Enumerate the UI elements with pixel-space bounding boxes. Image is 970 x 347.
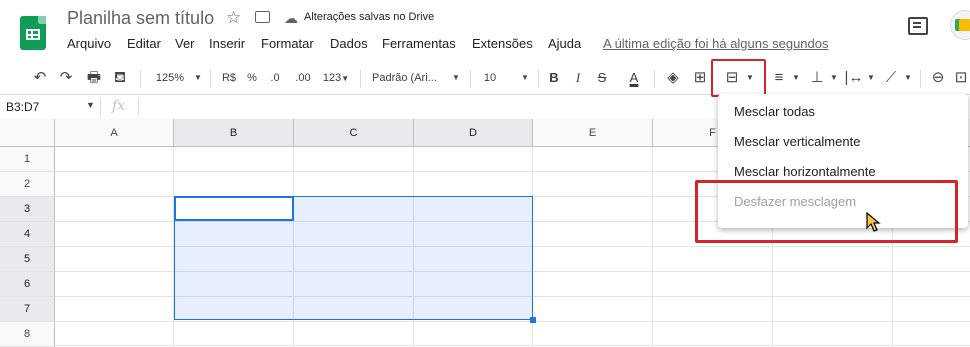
decrease-decimal-button[interactable]: .0 <box>266 62 284 94</box>
text-wrap-icon[interactable]: |↔ <box>843 62 865 94</box>
fill-handle[interactable] <box>530 317 536 323</box>
row-header-5[interactable]: 5 <box>0 247 55 272</box>
font-size-select[interactable]: 10 <box>478 62 502 94</box>
meet-icon[interactable] <box>950 10 970 40</box>
merge-highlight-box <box>711 59 766 97</box>
horizontal-align-icon[interactable]: ≡ <box>770 62 788 94</box>
name-box[interactable]: B3:D7 <box>6 100 39 114</box>
strikethrough-button[interactable]: S <box>594 62 610 94</box>
menu-ferramentas[interactable]: Ferramentas <box>382 36 456 51</box>
document-title[interactable]: Planilha sem título <box>67 8 214 29</box>
insert-comment-icon[interactable]: ⊡ <box>952 62 970 94</box>
menu-formatar[interactable]: Formatar <box>261 36 314 51</box>
sheets-logo-icon[interactable] <box>20 16 46 50</box>
select-all-corner[interactable] <box>0 119 55 147</box>
valign-caret-icon[interactable]: ▼ <box>829 62 839 94</box>
name-box-caret-icon[interactable]: ▼ <box>86 100 95 110</box>
undo-merge-highlight-box <box>695 180 958 243</box>
menu-ajuda[interactable]: Ajuda <box>548 36 581 51</box>
row-header-7[interactable]: 7 <box>0 297 55 322</box>
fx-icon: fx <box>112 98 126 114</box>
bold-button[interactable]: B <box>546 62 562 94</box>
font-size-value: 10 <box>483 72 497 84</box>
column-header-a[interactable]: A <box>55 119 174 147</box>
menu-item-mesclar-horizontalmente[interactable]: Mesclar horizontalmente <box>734 164 876 179</box>
menu-dados[interactable]: Dados <box>330 36 368 51</box>
print-icon[interactable]: 🖶 <box>84 62 104 94</box>
last-edit-link[interactable]: A última edição foi há alguns segundos <box>603 36 829 51</box>
currency-button[interactable]: R$ <box>218 62 240 94</box>
menu-editar[interactable]: Editar <box>127 36 161 51</box>
row-header-1[interactable]: 1 <box>0 147 55 172</box>
text-color-button[interactable]: A <box>626 62 642 94</box>
row-header-4[interactable]: 4 <box>0 222 55 247</box>
column-header-c[interactable]: C <box>294 119 414 147</box>
menu-extensoes[interactable]: Extensões <box>472 36 533 51</box>
wrap-caret-icon[interactable]: ▼ <box>866 62 876 94</box>
more-formats-button[interactable]: 123▼ <box>320 62 352 94</box>
font-size-caret-icon[interactable]: ▼ <box>520 62 530 94</box>
insert-link-icon[interactable]: ⊖ <box>928 62 948 94</box>
active-cell[interactable] <box>174 196 294 221</box>
rotate-caret-icon[interactable]: ▼ <box>903 62 913 94</box>
more-formats-label: 123 <box>322 72 342 84</box>
italic-button[interactable]: I <box>570 62 586 94</box>
font-caret-icon[interactable]: ▼ <box>451 62 461 94</box>
menu-arquivo[interactable]: Arquivo <box>67 36 111 51</box>
halign-caret-icon[interactable]: ▼ <box>791 62 801 94</box>
menu-item-mesclar-verticalmente[interactable]: Mesclar verticalmente <box>734 134 860 149</box>
zoom-caret-icon[interactable]: ▼ <box>193 62 203 94</box>
borders-icon[interactable]: ⊞ <box>690 62 710 94</box>
row-header-3[interactable]: 3 <box>0 197 55 222</box>
menu-ver[interactable]: Ver <box>175 36 195 51</box>
font-value: Padrão (Ari... <box>372 72 437 84</box>
save-status: Alterações salvas no Drive <box>304 11 435 23</box>
vertical-align-icon[interactable]: ⊥ <box>808 62 826 94</box>
paint-format-icon[interactable]: ⛾ <box>110 62 130 94</box>
text-rotation-icon[interactable]: ⟋ <box>882 62 900 94</box>
column-header-e[interactable]: E <box>533 119 653 147</box>
percent-button[interactable]: % <box>244 62 260 94</box>
row-header-8[interactable]: 8 <box>0 322 55 347</box>
zoom-value: 125% <box>155 72 185 84</box>
zoom-select[interactable]: 125% <box>150 62 190 94</box>
redo-icon[interactable]: ↷ <box>56 62 76 94</box>
move-folder-icon[interactable] <box>255 11 270 23</box>
fill-color-icon[interactable]: ◈ <box>663 62 683 94</box>
font-select[interactable]: Padrão (Ari... <box>372 62 448 94</box>
cloud-saved-icon: ☁ <box>284 10 298 26</box>
row-header-2[interactable]: 2 <box>0 172 55 197</box>
menu-item-mesclar-todas[interactable]: Mesclar todas <box>734 104 815 119</box>
star-icon[interactable]: ☆ <box>226 8 241 28</box>
increase-decimal-button[interactable]: .00 <box>292 62 314 94</box>
column-header-d[interactable]: D <box>414 119 533 147</box>
toolbar: ↶ ↷ 🖶 ⛾ 125% ▼ R$ % .0 .00 123▼ Padrão (… <box>0 62 970 95</box>
undo-icon[interactable]: ↶ <box>30 62 50 94</box>
mouse-cursor-icon <box>866 212 881 232</box>
column-header-b[interactable]: B <box>174 119 294 147</box>
menu-inserir[interactable]: Inserir <box>209 36 245 51</box>
row-header-6[interactable]: 6 <box>0 272 55 297</box>
comments-icon[interactable] <box>908 17 928 35</box>
